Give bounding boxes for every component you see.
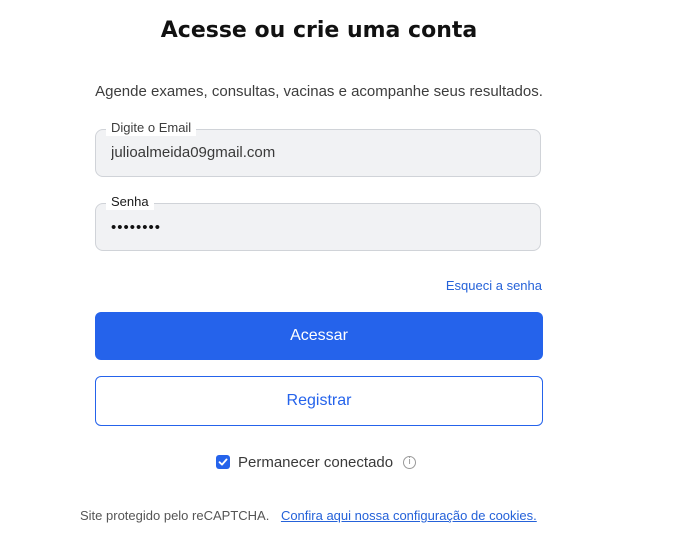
email-field-label: Digite o Email	[106, 120, 197, 136]
remember-checkbox[interactable]	[216, 455, 230, 469]
password-input[interactable]: ••••••••	[111, 219, 521, 236]
email-input[interactable]	[111, 144, 521, 161]
login-button[interactable]: Acessar	[95, 312, 543, 360]
remember-me[interactable]: Permanecer conectado i	[216, 452, 417, 472]
checkmark-icon	[218, 458, 228, 466]
register-button[interactable]: Registrar	[95, 376, 543, 426]
page-title: Acesse ou crie uma conta	[160, 18, 478, 43]
recaptcha-text: Site protegido pelo reCAPTCHA.	[80, 508, 270, 523]
password-field[interactable]: Senha ••••••••	[95, 194, 541, 251]
recaptcha-notice: Site protegido pelo reCAPTCHA. Confira a…	[80, 508, 537, 523]
page-subtitle: Agende exames, consultas, vacinas e acom…	[95, 83, 543, 100]
info-icon[interactable]: i	[403, 455, 417, 469]
email-field[interactable]: Digite o Email	[95, 120, 541, 177]
remember-label: Permanecer conectado	[238, 453, 394, 471]
forgot-password-link[interactable]: Esqueci a senha	[446, 278, 542, 293]
password-field-label: Senha	[106, 194, 154, 210]
cookies-config-link[interactable]: Confira aqui nossa configuração de cooki…	[281, 508, 537, 523]
